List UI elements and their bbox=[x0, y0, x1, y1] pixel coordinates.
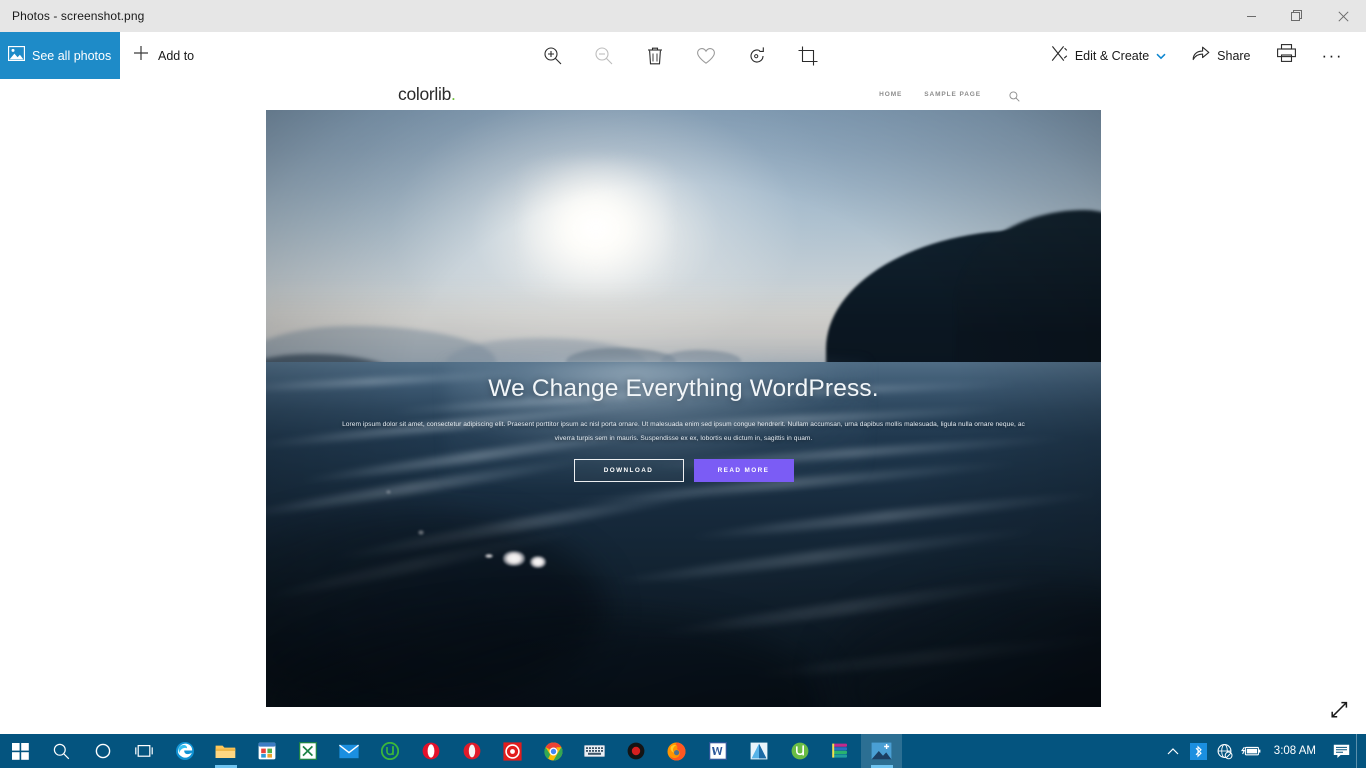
taskbar-search-icon[interactable] bbox=[41, 734, 82, 768]
zoom-in-icon[interactable] bbox=[540, 43, 566, 69]
crop-icon[interactable] bbox=[795, 43, 821, 69]
hero-paragraph: Lorem ipsum dolor sit amet, consectetur … bbox=[342, 421, 1025, 442]
hero-title: We Change Everything WordPress. bbox=[488, 375, 879, 402]
add-to-label: Add to bbox=[158, 48, 195, 63]
utorrent-green-icon[interactable] bbox=[779, 734, 820, 768]
app-toolbar: See all photos Add to Edit & Create Shar… bbox=[0, 32, 1366, 79]
title-bar: Photos - screenshot.png bbox=[0, 0, 1366, 32]
photo-collection-icon bbox=[7, 45, 26, 66]
see-all-photos-button[interactable]: See all photos bbox=[0, 32, 120, 79]
download-button[interactable]: DOWNLOAD bbox=[573, 459, 684, 482]
rotate-icon[interactable] bbox=[744, 43, 770, 69]
add-to-button[interactable]: Add to bbox=[133, 32, 194, 79]
edit-and-create-button[interactable]: Edit & Create bbox=[1038, 32, 1179, 79]
hero-buttons: DOWNLOAD READ MORE bbox=[266, 459, 1101, 482]
photos-icon[interactable] bbox=[861, 734, 902, 768]
start-button[interactable] bbox=[0, 734, 41, 768]
azure-icon[interactable] bbox=[738, 734, 779, 768]
website-header: colorlib. HOME SAMPLE PAGE bbox=[266, 81, 1101, 110]
taskbar: 3:08 AM bbox=[0, 734, 1366, 768]
share-label: Share bbox=[1217, 48, 1251, 63]
keyboard-icon[interactable] bbox=[574, 734, 615, 768]
clock[interactable]: 3:08 AM bbox=[1264, 745, 1326, 757]
nav-item-sample-page[interactable]: SAMPLE PAGE bbox=[924, 91, 981, 98]
hero-content: We Change Everything WordPress. Lorem ip… bbox=[266, 110, 1101, 707]
excel-icon[interactable] bbox=[287, 734, 328, 768]
network-disconnected-icon[interactable] bbox=[1212, 734, 1238, 768]
viewed-image[interactable]: colorlib. HOME SAMPLE PAGE We Change Eve… bbox=[266, 81, 1101, 707]
see-all-photos-label: See all photos bbox=[32, 48, 112, 63]
full-screen-button[interactable] bbox=[1324, 694, 1354, 724]
winrar-icon[interactable] bbox=[820, 734, 861, 768]
site-logo[interactable]: colorlib. bbox=[398, 84, 456, 105]
site-logo-text: colorlib bbox=[398, 84, 452, 104]
more-dots-icon: ··· bbox=[1321, 46, 1343, 65]
print-button[interactable] bbox=[1264, 32, 1309, 79]
zoom-out-icon[interactable] bbox=[591, 43, 617, 69]
opera-gx-icon[interactable] bbox=[451, 734, 492, 768]
cortana-icon[interactable] bbox=[82, 734, 123, 768]
battery-icon[interactable] bbox=[1238, 734, 1264, 768]
target-icon[interactable] bbox=[492, 734, 533, 768]
website-nav: HOME SAMPLE PAGE bbox=[879, 91, 981, 98]
record-icon[interactable] bbox=[615, 734, 656, 768]
editing-tools-group bbox=[540, 32, 821, 79]
plus-icon bbox=[133, 45, 149, 66]
edge-icon[interactable] bbox=[164, 734, 205, 768]
edit-create-icon bbox=[1051, 45, 1068, 67]
read-more-button[interactable]: READ MORE bbox=[693, 459, 794, 482]
chrome-icon[interactable] bbox=[533, 734, 574, 768]
toolbar-right-group: Edit & Create Share ··· bbox=[1038, 32, 1356, 79]
print-icon bbox=[1276, 44, 1296, 67]
system-tray: 3:08 AM bbox=[1160, 734, 1366, 768]
firefox-icon[interactable] bbox=[656, 734, 697, 768]
minimize-button[interactable] bbox=[1228, 0, 1274, 32]
mail-icon[interactable] bbox=[328, 734, 369, 768]
chevron-up-icon[interactable] bbox=[1160, 734, 1186, 768]
opera-icon[interactable] bbox=[410, 734, 451, 768]
file-explorer-icon[interactable] bbox=[205, 734, 246, 768]
site-logo-dot: . bbox=[451, 84, 456, 104]
word-icon[interactable] bbox=[697, 734, 738, 768]
window-title: Photos - screenshot.png bbox=[12, 9, 145, 23]
photo-canvas: colorlib. HOME SAMPLE PAGE We Change Eve… bbox=[0, 79, 1366, 734]
share-icon bbox=[1192, 45, 1210, 66]
bluetooth-icon[interactable] bbox=[1186, 734, 1212, 768]
hero-banner: We Change Everything WordPress. Lorem ip… bbox=[266, 110, 1101, 707]
utorrent-icon[interactable] bbox=[369, 734, 410, 768]
search-icon[interactable] bbox=[1009, 89, 1020, 107]
nav-item-home[interactable]: HOME bbox=[879, 91, 902, 98]
more-options-button[interactable]: ··· bbox=[1309, 32, 1356, 79]
share-button[interactable]: Share bbox=[1179, 32, 1263, 79]
show-desktop-button[interactable] bbox=[1356, 734, 1362, 768]
close-button[interactable] bbox=[1320, 0, 1366, 32]
restore-button[interactable] bbox=[1274, 0, 1320, 32]
edit-and-create-label: Edit & Create bbox=[1074, 48, 1150, 63]
task-view-icon[interactable] bbox=[123, 734, 164, 768]
microsoft-store-icon[interactable] bbox=[246, 734, 287, 768]
chevron-down-icon bbox=[1156, 47, 1166, 65]
favorite-icon[interactable] bbox=[693, 43, 719, 69]
delete-icon[interactable] bbox=[642, 43, 668, 69]
window-controls bbox=[1228, 0, 1366, 32]
notification-icon[interactable] bbox=[1326, 734, 1356, 768]
